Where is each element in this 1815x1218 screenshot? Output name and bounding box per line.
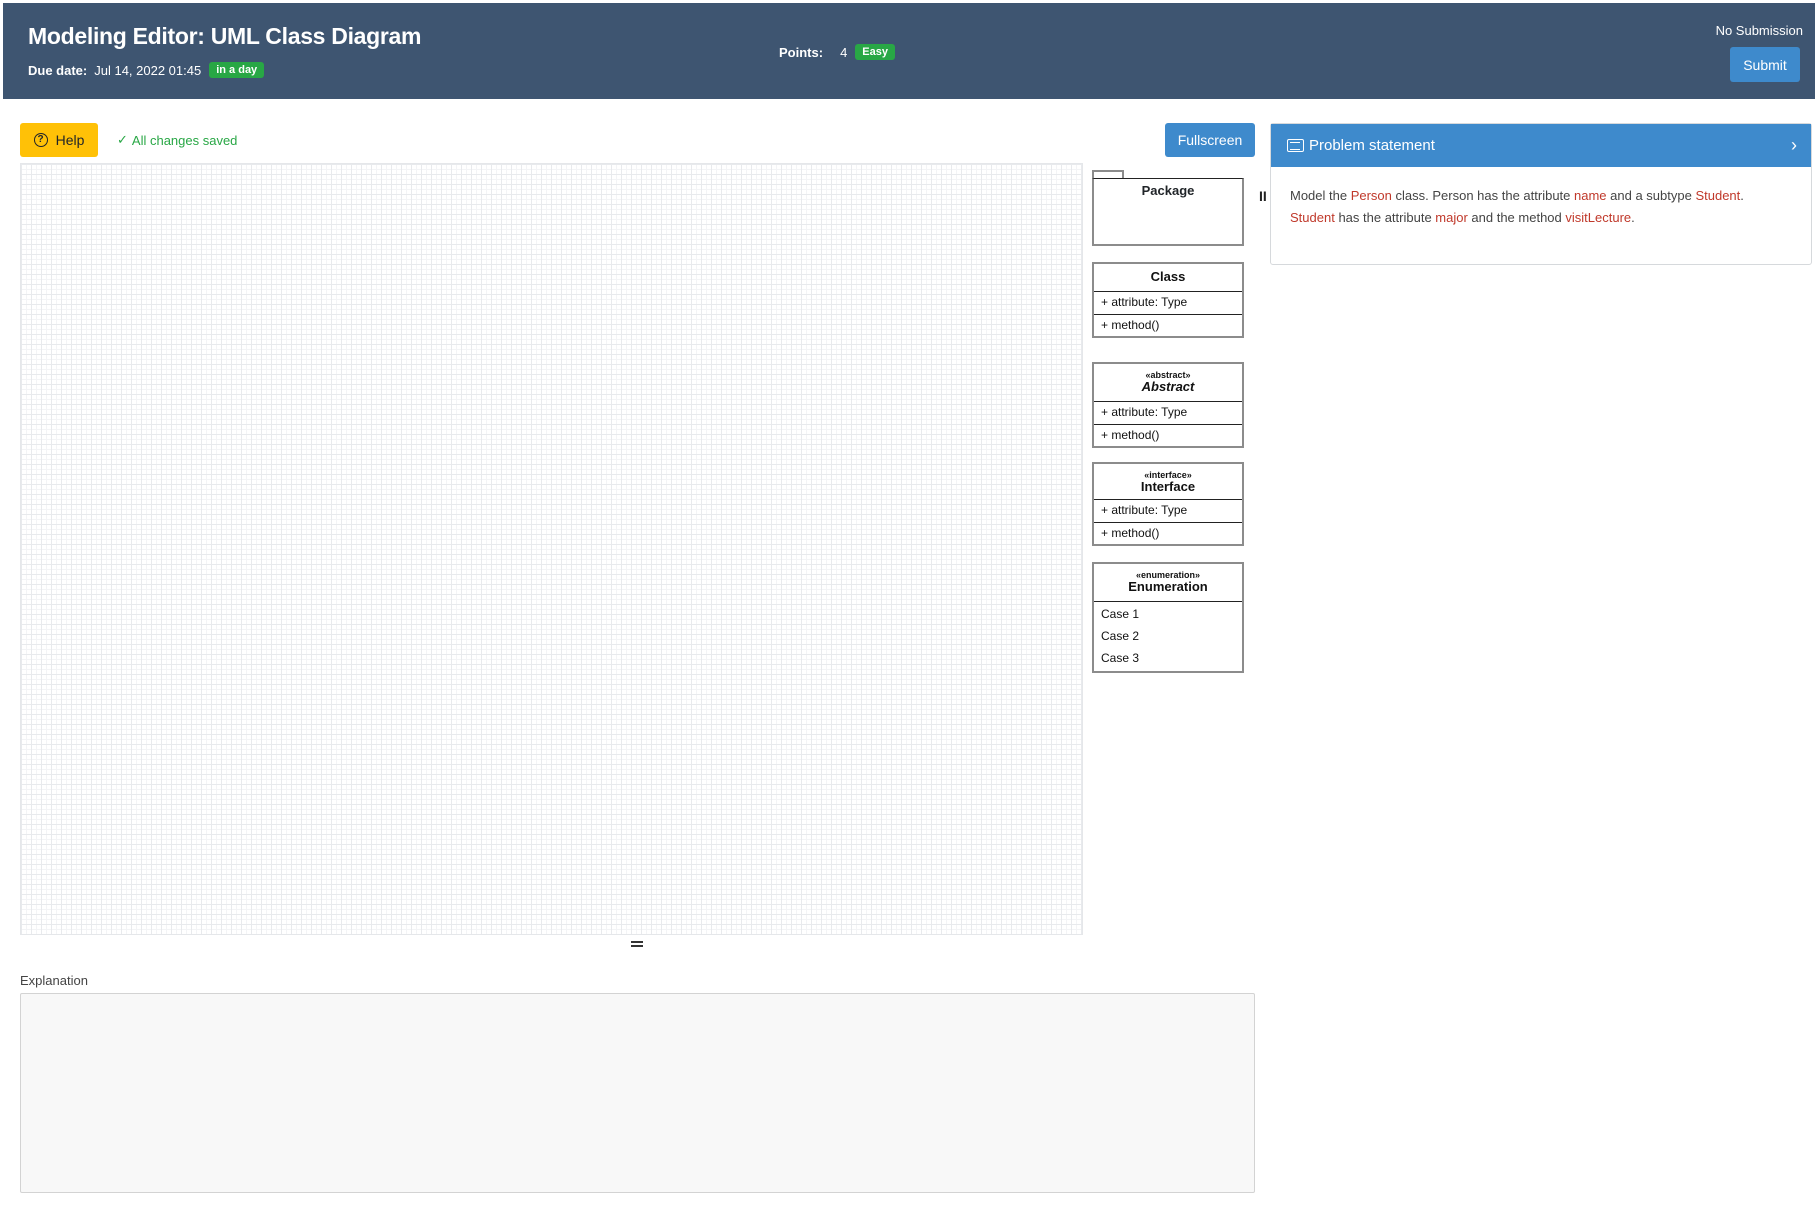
due-date-value: Jul 14, 2022 01:45 <box>94 62 202 78</box>
statement-text: and a subtype <box>1606 188 1696 203</box>
explanation-label: Explanation <box>20 973 88 988</box>
palette-interface[interactable]: «interface» Interface + attribute: Type … <box>1092 462 1244 546</box>
highlighted-term: Student <box>1695 188 1741 203</box>
help-label: Help <box>55 132 85 148</box>
problem-statement-header[interactable]: Problem statement › <box>1271 124 1811 167</box>
abstract-header: «abstract» Abstract <box>1094 364 1242 402</box>
statement-text: . <box>1740 188 1744 203</box>
save-status: ✓ All changes saved <box>117 132 237 148</box>
interface-method: + method() <box>1094 522 1242 544</box>
points-label: Points: <box>779 44 824 60</box>
statement-text: has the attribute <box>1334 210 1436 225</box>
question-circle-icon: ? <box>33 133 48 147</box>
abstract-name: Abstract <box>1141 379 1195 394</box>
class-name: Class <box>1094 264 1242 292</box>
check-icon: ✓ <box>117 132 128 147</box>
modeling-canvas[interactable] <box>20 163 1083 935</box>
class-method: + method() <box>1094 314 1242 336</box>
abstract-attribute: + attribute: Type <box>1101 405 1188 419</box>
highlighted-term: Student <box>1290 210 1335 225</box>
submit-button[interactable]: Submit <box>1730 47 1800 82</box>
enumeration-header: «enumeration» Enumeration <box>1094 564 1242 602</box>
points: Points: 4 Easy <box>779 44 895 60</box>
enumeration-case: Case 2 <box>1101 629 1140 643</box>
chevron-right-icon[interactable]: › <box>1791 135 1797 156</box>
statement-text: class. Person has the attribute <box>1391 188 1575 203</box>
interface-header: «interface» Interface <box>1094 464 1242 500</box>
highlighted-term: visitLecture <box>1565 210 1632 225</box>
list-icon <box>1287 139 1304 152</box>
palette-abstract-class[interactable]: «abstract» Abstract + attribute: Type + … <box>1092 362 1244 448</box>
palette-enumeration[interactable]: «enumeration» Enumeration Case 1 Case 2 … <box>1092 562 1244 673</box>
statement-text: . <box>1631 210 1635 225</box>
highlighted-term: name <box>1574 188 1607 203</box>
statement-text: and the method <box>1467 210 1566 225</box>
page-title: Modeling Editor: UML Class Diagram <box>28 23 422 49</box>
save-status-text: All changes saved <box>131 132 238 148</box>
submission-status: No Submission <box>1715 23 1803 38</box>
problem-statement-title: Problem statement <box>1309 137 1435 154</box>
due-date-label: Due date: <box>28 62 88 78</box>
explanation-input[interactable] <box>20 993 1255 1193</box>
difficulty-badge: Easy <box>855 44 895 60</box>
enumeration-case: Case 1 <box>1101 607 1140 621</box>
interface-name: Interface <box>1140 479 1196 494</box>
help-button[interactable]: ? Help <box>20 123 98 157</box>
abstract-method: + method() <box>1094 424 1242 446</box>
palette-class[interactable]: Class + attribute: Type + method() <box>1092 262 1244 338</box>
canvas-resize-handle[interactable] <box>631 941 643 947</box>
highlighted-term: major <box>1435 210 1468 225</box>
interface-attribute: + attribute: Type <box>1101 503 1188 517</box>
palette-package[interactable]: Package <box>1092 170 1244 246</box>
class-attribute: + attribute: Type <box>1101 295 1188 309</box>
enumeration-name: Enumeration <box>1128 579 1208 594</box>
problem-statement-panel: Problem statement › Model the Person cla… <box>1270 123 1812 265</box>
highlighted-term: Person <box>1350 188 1392 203</box>
points-value: 4 <box>840 44 848 60</box>
panel-resize-handle[interactable]: II <box>1259 188 1267 204</box>
fullscreen-button[interactable]: Fullscreen <box>1165 123 1255 157</box>
due-relative-badge: in a day <box>209 62 265 78</box>
package-name: Package <box>1092 178 1244 246</box>
statement-text: Model the <box>1290 188 1351 203</box>
exercise-header: Modeling Editor: UML Class Diagram Due d… <box>3 3 1815 99</box>
due-date: Due date: Jul 14, 2022 01:45 in a day <box>28 62 265 78</box>
problem-statement-text: Model the Person class. Person has the a… <box>1271 167 1811 229</box>
enumeration-case: Case 3 <box>1101 651 1140 665</box>
